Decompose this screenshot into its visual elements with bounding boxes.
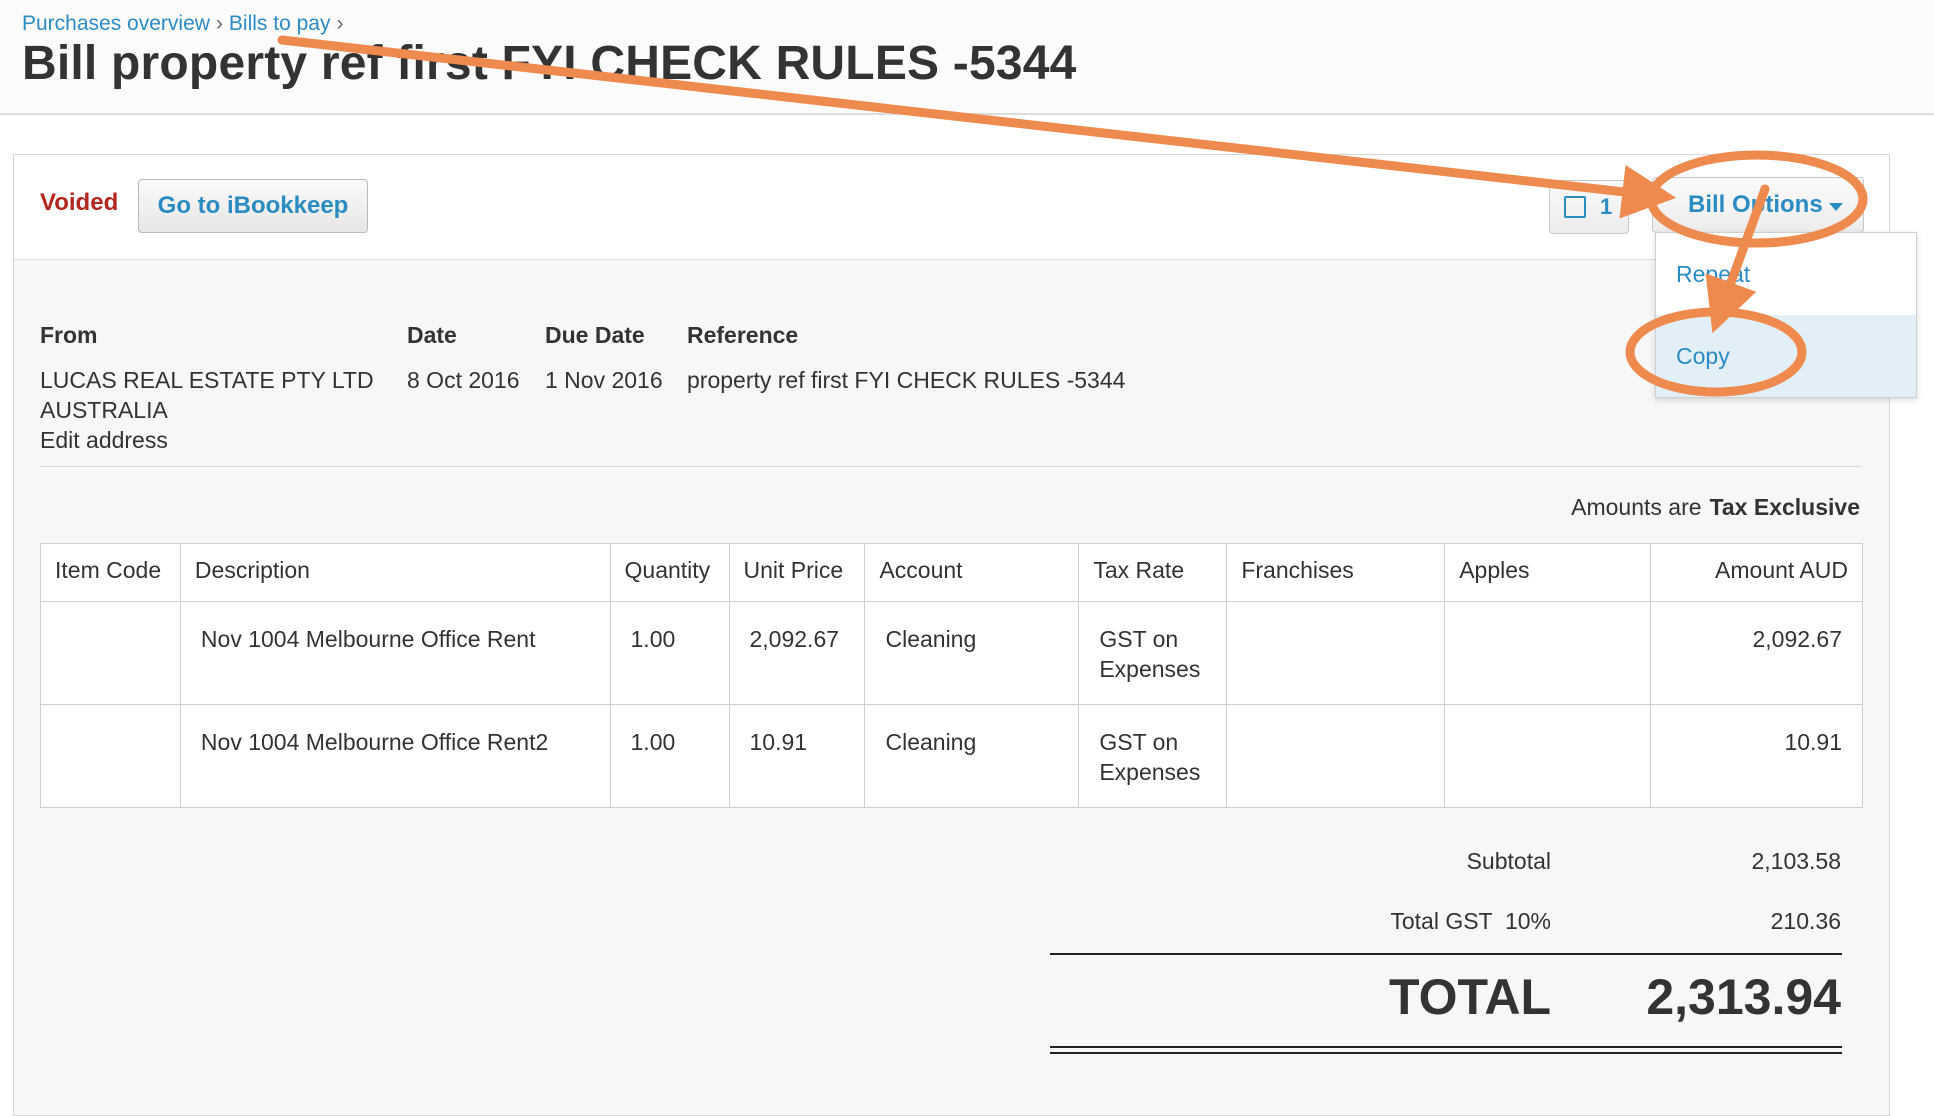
column-header: Unit Price (728, 543, 866, 602)
bill-options-menu: Repeat Copy (1655, 232, 1917, 398)
line-items-table: Item Code Description Quantity Unit Pric… (40, 543, 1863, 808)
unit-price-cell: 2,092.67 (728, 601, 866, 705)
table-row: Nov 1004 Melbourne Office Rent 1.00 2,09… (40, 601, 1863, 705)
gst-label: Total GST 10% (1390, 908, 1551, 934)
column-header: Item Code (40, 543, 181, 602)
table-row: Nov 1004 Melbourne Office Rent2 1.00 10.… (40, 704, 1863, 808)
tax-rate-line: Expenses (1099, 656, 1201, 682)
total-label: TOTAL (1388, 969, 1551, 1025)
due-date-label: Due Date (545, 322, 645, 348)
column-header: Apples (1444, 543, 1652, 602)
date-value: 8 Oct 2016 (407, 367, 520, 393)
edit-address-link[interactable]: Edit address (40, 427, 168, 454)
go-to-ibookkeep-button[interactable]: Go to iBookkeep (138, 179, 368, 233)
description-cell: Nov 1004 Melbourne Office Rent (179, 601, 611, 705)
account-cell: Cleaning (864, 704, 1080, 808)
bill-options-button[interactable]: Bill Options (1652, 177, 1864, 233)
page-title: Bill property ref first FYI CHECK RULES … (22, 37, 1077, 90)
print-icon (1564, 196, 1586, 218)
total-rule (1050, 953, 1842, 955)
franchises-cell (1226, 601, 1446, 705)
amounts-are-value: Tax Exclusive (1709, 494, 1860, 520)
bill-options-label: Bill Options (1688, 191, 1823, 218)
amount-cell: 10.91 (1650, 704, 1863, 808)
column-header: Amount AUD (1650, 543, 1863, 602)
print-count: 1 (1600, 194, 1613, 219)
total-double-rule (1050, 1052, 1842, 1054)
tax-rate-cell: GST on Expenses (1078, 704, 1228, 808)
page-header: Purchases overview › Bills to pay › Bill pr… (0, 0, 1934, 115)
subtotal-value: 2,103.58 (1751, 848, 1841, 874)
reference-label: Reference (687, 322, 799, 348)
chevron-down-icon (1829, 203, 1843, 211)
column-header: Franchises (1226, 543, 1446, 602)
breadcrumb-purchases-overview[interactable]: Purchases overview (22, 12, 210, 35)
reference-value: property ref first FYI CHECK RULES -5344 (687, 367, 1126, 393)
column-header: Quantity (609, 543, 730, 602)
contact-country: AUSTRALIA (40, 397, 168, 423)
quantity-cell: 1.00 (609, 601, 730, 705)
due-date-value: 1 Nov 2016 (545, 367, 663, 393)
print-button[interactable]: 1 (1549, 180, 1629, 234)
action-bar: Voided Go to iBookkeep 1 Bill Options (14, 155, 1889, 260)
breadcrumb-separator: › (336, 12, 344, 35)
total-double-rule (1050, 1046, 1842, 1048)
total-value: 2,313.94 (1646, 969, 1841, 1025)
unit-price-cell: 10.91 (728, 704, 866, 808)
description-cell: Nov 1004 Melbourne Office Rent2 (179, 704, 611, 808)
franchises-cell (1226, 704, 1446, 808)
date-label: Date (407, 322, 457, 348)
item-code-cell (40, 601, 181, 705)
breadcrumb-bills-to-pay[interactable]: Bills to pay (229, 12, 331, 35)
tax-rate-cell: GST on Expenses (1078, 601, 1228, 705)
amount-cell: 2,092.67 (1650, 601, 1863, 705)
amounts-are: Amounts are Tax Exclusive (1571, 494, 1860, 521)
apples-cell (1444, 704, 1652, 808)
contact-link[interactable]: LUCAS REAL ESTATE PTY LTD (40, 367, 374, 394)
apples-cell (1444, 601, 1652, 705)
status-badge: Voided (40, 189, 119, 216)
divider (40, 466, 1862, 467)
from-label: From (40, 322, 98, 348)
account-cell: Cleaning (864, 601, 1080, 705)
tax-rate-line: GST on (1099, 626, 1179, 652)
menu-item-repeat[interactable]: Repeat (1656, 233, 1916, 315)
column-header: Tax Rate (1078, 543, 1228, 602)
quantity-cell: 1.00 (609, 704, 730, 808)
subtotal-label: Subtotal (1466, 848, 1551, 874)
tax-rate-line: Expenses (1099, 759, 1201, 785)
tax-rate-line: GST on (1099, 729, 1179, 755)
menu-item-copy[interactable]: Copy (1656, 315, 1916, 397)
column-header: Description (179, 543, 611, 602)
item-code-cell (40, 704, 181, 808)
amounts-are-label: Amounts are (1571, 494, 1702, 520)
breadcrumb: Purchases overview › Bills to pay › (22, 12, 349, 36)
table-header-row: Item Code Description Quantity Unit Pric… (40, 543, 1863, 602)
column-header: Account (864, 543, 1080, 602)
gst-value: 210.36 (1770, 908, 1841, 934)
breadcrumb-separator: › (215, 12, 223, 35)
